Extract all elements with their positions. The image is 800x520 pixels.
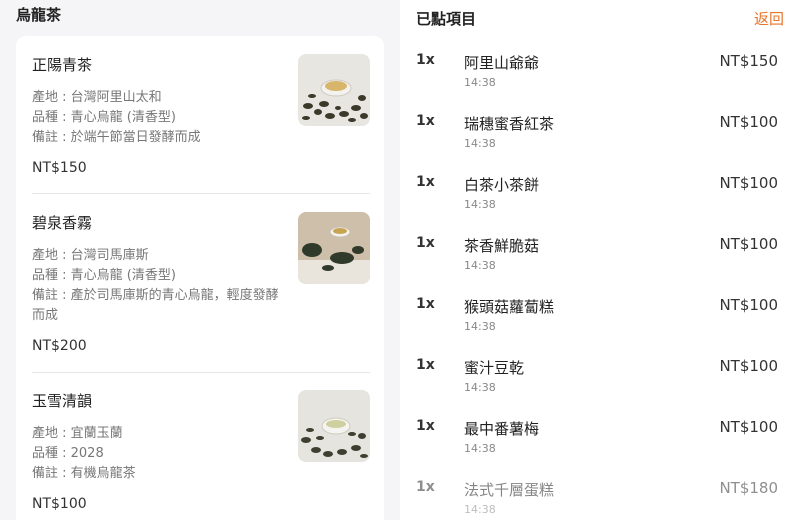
order-price: NT$100 [719, 174, 778, 192]
menu-item-note: 備註 : 有機烏龍茶 [32, 466, 136, 481]
order-row[interactable]: 1x 阿里山爺爺 14:38 NT$150 [400, 52, 800, 112]
order-name: 阿里山爺爺 [464, 54, 540, 72]
orders-panel: 已點項目 返回 1x 阿里山爺爺 14:38 NT$150 1x 瑞穗蜜香紅茶 … [400, 0, 800, 520]
order-qty: 1x [416, 113, 435, 129]
menu-card: 正陽青茶 產地 : 台灣阿里山太和 品種 : 青心烏龍 (清香型) 備註 : 於… [16, 36, 384, 520]
menu-item-note: 備註 : 於端午節當日發酵而成 [32, 130, 201, 145]
order-name: 最中番薯梅 [464, 420, 540, 438]
order-time: 14:38 [464, 198, 496, 211]
order-row[interactable]: 1x 瑞穗蜜香紅茶 14:38 NT$100 [400, 113, 800, 173]
divider [32, 193, 370, 194]
order-qty: 1x [416, 52, 435, 68]
tea-leaves-with-cup-icon[interactable] [298, 390, 370, 462]
menu-item-variety: 品種 : 青心烏龍 (清香型) [32, 110, 176, 125]
order-row[interactable]: 1x 最中番薯梅 14:38 NT$100 [400, 418, 800, 478]
order-name: 猴頭菇蘿蔔糕 [464, 298, 555, 316]
order-row[interactable]: 1x 法式千層蛋糕 14:38 NT$180 [400, 479, 800, 520]
order-price: NT$100 [719, 235, 778, 253]
menu-item-price: NT$150 [32, 160, 87, 176]
order-time: 14:38 [464, 76, 496, 89]
menu-item-origin: 產地 : 宜蘭玉蘭 [32, 426, 123, 441]
menu-item[interactable]: 玉雪清韻 產地 : 宜蘭玉蘭 品種 : 2028 備註 : 有機烏龍茶 NT$1… [32, 390, 370, 520]
order-qty: 1x [416, 174, 435, 190]
menu-item[interactable]: 碧泉香霧 產地 : 台灣司馬庫斯 品種 : 青心烏龍 (清香型) 備註 : 產於… [32, 212, 370, 372]
tea-leaves-with-cup-icon[interactable] [298, 54, 370, 126]
order-name: 法式千層蛋糕 [464, 481, 555, 499]
order-row[interactable]: 1x 猴頭菇蘿蔔糕 14:38 NT$100 [400, 296, 800, 356]
order-time: 14:38 [464, 381, 496, 394]
menu-item-price: NT$200 [32, 338, 87, 354]
order-time: 14:38 [464, 442, 496, 455]
order-time: 14:38 [464, 259, 496, 272]
menu-item-price: NT$100 [32, 496, 87, 512]
menu-item-origin: 產地 : 台灣司馬庫斯 [32, 248, 149, 263]
order-time: 14:38 [464, 503, 496, 516]
order-row[interactable]: 1x 白茶小茶餅 14:38 NT$100 [400, 174, 800, 234]
menu-panel: 烏龍茶 正陽青茶 產地 : 台灣阿里山太和 品種 : 青心烏龍 (清香型) 備註… [0, 0, 400, 520]
order-price: NT$180 [719, 479, 778, 497]
order-name: 瑞穗蜜香紅茶 [464, 115, 555, 133]
menu-item-origin: 產地 : 台灣阿里山太和 [32, 90, 162, 105]
order-price: NT$100 [719, 357, 778, 375]
orders-title: 已點項目 [416, 10, 477, 28]
menu-item-variety: 品種 : 青心烏龍 (清香型) [32, 268, 176, 283]
category-title: 烏龍茶 [16, 6, 62, 24]
menu-item[interactable]: 正陽青茶 產地 : 台灣阿里山太和 品種 : 青心烏龍 (清香型) 備註 : 於… [32, 54, 370, 194]
menu-item-name: 玉雪清韻 [32, 392, 93, 410]
order-qty: 1x [416, 235, 435, 251]
order-time: 14:38 [464, 320, 496, 333]
order-row[interactable]: 1x 茶香鮮脆菇 14:38 NT$100 [400, 235, 800, 295]
order-name: 茶香鮮脆菇 [464, 237, 540, 255]
order-time: 14:38 [464, 137, 496, 150]
order-price: NT$100 [719, 418, 778, 436]
menu-item-note: 備註 : 產於司馬庫斯的青心烏龍，輕度發酵而成 [32, 288, 279, 323]
order-price: NT$100 [719, 296, 778, 314]
order-qty: 1x [416, 357, 435, 373]
menu-item-name: 正陽青茶 [32, 56, 93, 74]
menu-item-name: 碧泉香霧 [32, 214, 93, 232]
order-price: NT$100 [719, 113, 778, 131]
order-qty: 1x [416, 479, 435, 495]
order-price: NT$150 [719, 52, 778, 70]
order-row[interactable]: 1x 蜜汁豆乾 14:38 NT$100 [400, 357, 800, 417]
order-qty: 1x [416, 418, 435, 434]
order-name: 蜜汁豆乾 [464, 359, 525, 377]
order-qty: 1x [416, 296, 435, 312]
back-button[interactable]: 返回 [754, 8, 784, 29]
tea-leaves-with-cup-icon[interactable] [298, 212, 370, 284]
menu-item-variety: 品種 : 2028 [32, 446, 104, 461]
order-name: 白茶小茶餅 [464, 176, 540, 194]
divider [32, 372, 370, 373]
